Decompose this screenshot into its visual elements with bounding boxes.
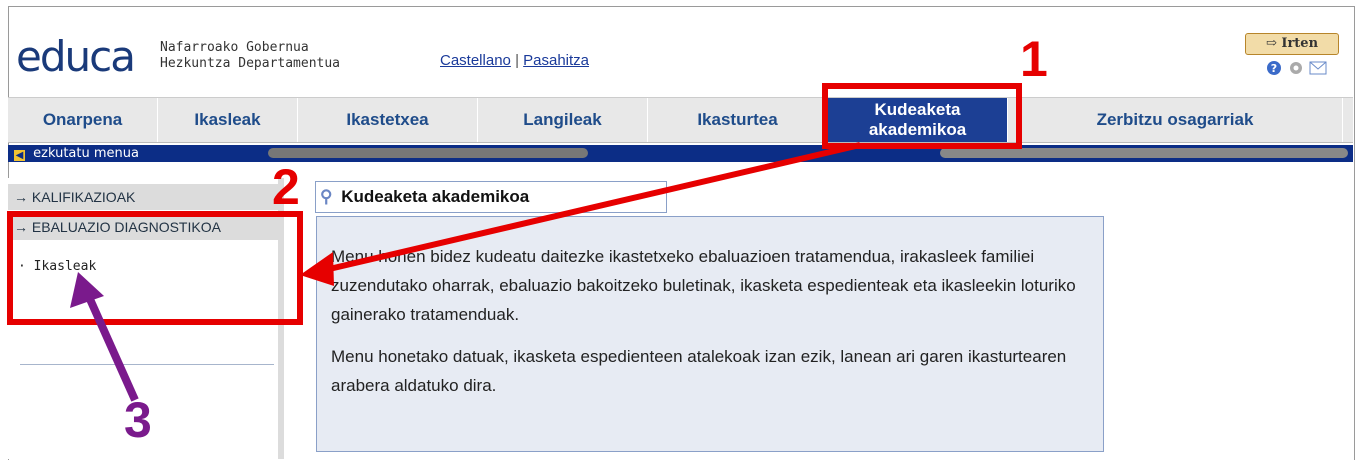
content-box: Menu honen bidez kudeatu daitezke ikaste…	[316, 216, 1104, 452]
settings-gear-icon[interactable]	[1287, 60, 1305, 76]
paragraph-2: Menu honetako datuak, ikasketa espedient…	[331, 347, 1067, 395]
sidebar-item-ebaluazio-diagnostikoa[interactable]: → EBALUAZIO DIAGNOSTIKOA	[8, 214, 278, 240]
top-links: Castellano | Pasahitza	[440, 52, 589, 69]
arrow-right-icon: →	[14, 189, 28, 205]
link-separator: |	[515, 52, 519, 69]
main-tabs: Onarpena Ikasleak Ikastetxea Langileak I…	[8, 97, 1353, 143]
tab-onarpena[interactable]: Onarpena	[8, 98, 158, 142]
tab-zerbitzu-osagarriak[interactable]: Zerbitzu osagarriak	[1008, 98, 1343, 142]
exit-label: Irten	[1281, 36, 1319, 51]
bullet-icon: ·	[18, 259, 26, 274]
sidebar-item-kalifikazioak[interactable]: → KALIFIKAZIOAK	[8, 184, 278, 210]
annotation-number-3: 3	[124, 392, 152, 448]
tab-ikastetxea[interactable]: Ikastetxea	[298, 98, 478, 142]
tab-ikasturtea[interactable]: Ikasturtea	[648, 98, 828, 142]
tab-langileak[interactable]: Langileak	[478, 98, 648, 142]
gov-line-1: Nafarroako Gobernua	[160, 40, 309, 55]
mail-icon[interactable]	[1309, 60, 1327, 76]
arrow-right-icon: →	[14, 219, 28, 235]
gov-line-2: Hezkuntza Departamentua	[160, 56, 341, 71]
hide-menu-icon[interactable]: ◀	[14, 150, 25, 161]
toolbar-icons: ?	[1265, 60, 1327, 76]
hide-menu-link[interactable]: ezkutatu menua	[33, 146, 139, 161]
educa-logo: educa	[16, 32, 136, 81]
sidebar-item-label: KALIFIKAZIOAK	[31, 189, 136, 205]
exit-icon: ⇨	[1265, 36, 1277, 51]
svg-text:?: ?	[1271, 62, 1277, 75]
paragraph-1: Menu honen bidez kudeatu daitezke ikaste…	[331, 247, 1076, 324]
blurred-info	[940, 148, 1348, 158]
blurred-info	[268, 148, 588, 158]
sidebar-subitem-ikasleak[interactable]: · Ikasleak	[18, 259, 96, 274]
annotation-number-2: 2	[272, 159, 300, 215]
tab-ikasleak[interactable]: Ikasleak	[158, 98, 298, 142]
sidebar-item-label: EBALUAZIO DIAGNOSTIKOA	[31, 219, 221, 235]
title-icon: ⚲	[320, 187, 333, 206]
sidebar-divider	[20, 364, 274, 365]
page-title-box: ⚲ Kudeaketa akademikoa	[315, 181, 667, 213]
exit-button[interactable]: ⇨ Irten	[1245, 33, 1339, 55]
page-title: Kudeaketa akademikoa	[341, 187, 530, 206]
password-link[interactable]: Pasahitza	[523, 52, 589, 69]
sidebar-subitem-label: Ikasleak	[33, 259, 97, 274]
tab-kudeaketa-akademikoa[interactable]: Kudeaketa akademikoa	[828, 98, 1008, 142]
government-label: Nafarroako Gobernua Hezkuntza Departamen…	[160, 40, 340, 72]
annotation-number-1: 1	[1020, 31, 1048, 87]
castellano-link[interactable]: Castellano	[440, 52, 511, 69]
help-icon[interactable]: ?	[1265, 60, 1283, 76]
